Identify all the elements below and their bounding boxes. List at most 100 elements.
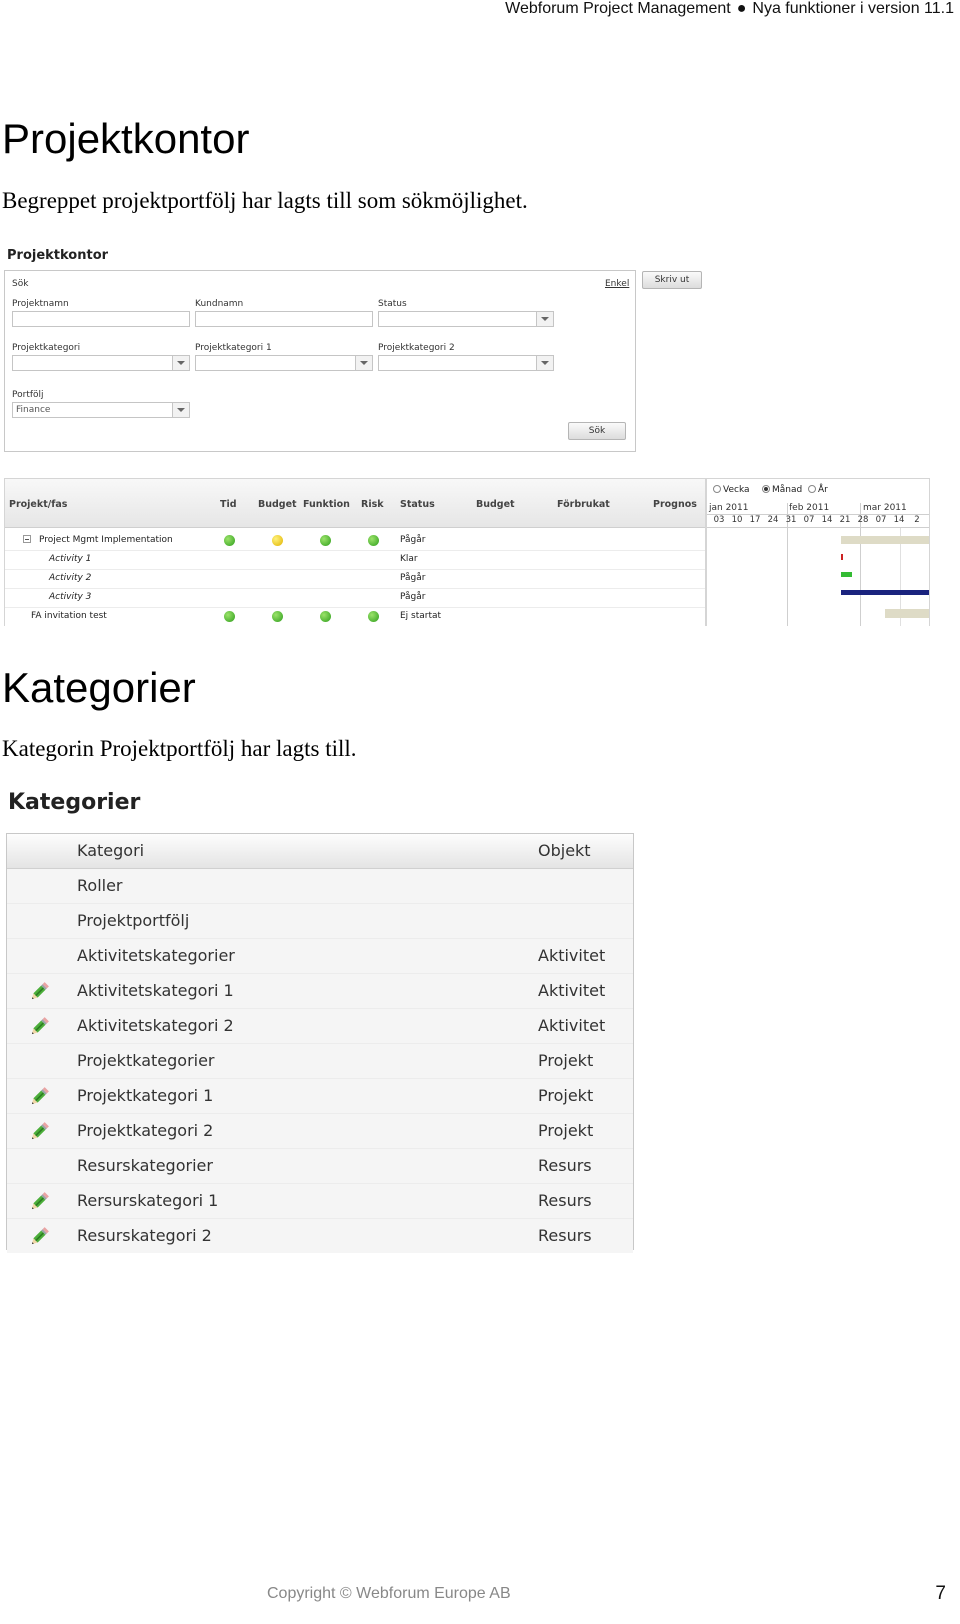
day-label: 10 [731,515,743,525]
status-select[interactable] [378,311,554,327]
row-name: Activity 1 [49,554,92,564]
grid-header: Projekt/fas Tid Budget Funktion Risk Sta… [5,479,705,528]
objekt-cell: Projekt [538,1121,594,1140]
table-row: Roller [7,869,633,904]
status-dot-icon [224,611,235,622]
projektkategori2-label: Projektkategori 2 [378,343,455,353]
gantt-bar-activity2 [841,572,852,577]
status-dot-icon [272,535,283,546]
kategori-cell: Projektkategori 1 [77,1086,214,1105]
kategorier-table: Kategori Objekt Roller Projektportfölj Akt… [6,833,634,1253]
projektkategori2-select[interactable] [378,355,554,371]
section-heading-projektkontor: Projektkontor [2,115,250,162]
footer-copyright: Copyright © Webforum Europe AB [267,1585,511,1602]
status-dot-icon [272,611,283,622]
projektkontor-screenshot: Projektkontor Sök Enkel Projektnamn Kund… [0,240,930,626]
gantt-divider [707,527,929,528]
objekt-cell: Resurs [538,1226,592,1245]
table-row[interactable]: Projektkategori 1 Projekt [7,1079,633,1114]
table-row[interactable]: FA invitation test Ej startat [5,607,705,626]
portfolj-value: Finance [16,405,51,415]
gantt-bar-fa [885,609,929,618]
col-status: Status [400,499,435,510]
objekt-cell: Resurs [538,1191,592,1210]
search-button[interactable]: Sök [568,422,626,440]
row-status: Klar [400,554,418,564]
search-label: Sök [12,279,29,289]
objekt-cell: Projekt [538,1051,594,1070]
kundnamn-input[interactable] [195,311,373,327]
table-row[interactable]: Activity 1 Klar [5,550,705,570]
table-row[interactable]: Aktivitetskategori 1 Aktivitet [7,974,633,1009]
day-label: 21 [839,515,851,525]
gantt-bar-activity3 [841,590,929,595]
header-section: Nya funktioner i version 11.1 [752,0,954,17]
chevron-down-icon [536,312,553,326]
table-row[interactable]: Activity 2 Pågår [5,569,705,589]
gantt-bar-phase [841,536,929,544]
pencil-edit-icon[interactable] [27,1225,51,1249]
day-label: 07 [875,515,887,525]
table-row[interactable]: Project Mgmt Implementation Pågår [5,531,705,551]
row-status: Pågår [400,535,426,545]
kategori-cell: Projektkategorier [77,1051,215,1070]
view-radio-vecka[interactable]: Vecka [713,485,750,495]
pencil-edit-icon[interactable] [27,980,51,1004]
col-prognos: Prognos [653,499,697,510]
kategori-cell: Rersurskategori 1 [77,1191,219,1210]
print-button[interactable]: Skriv ut [642,271,702,289]
table-row[interactable]: Activity 3 Pågår [5,588,705,608]
row-status: Ej startat [400,611,442,621]
table-row[interactable]: Rersurskategori 1 Resurs [7,1184,633,1219]
month-label: jan 2011 [709,503,749,513]
table-header-row: Kategori Objekt [7,834,633,869]
row-status: Pågår [400,573,426,583]
table-row[interactable]: Resurskategori 2 Resurs [7,1219,633,1253]
day-label: 14 [821,515,833,525]
month-label: mar 2011 [863,503,907,513]
pencil-edit-icon[interactable] [27,1120,51,1144]
kategori-cell: Aktivitetskategori 2 [77,1016,234,1035]
view-radio-ar[interactable]: År [808,485,828,495]
table-row[interactable]: Projektkategori 2 Projekt [7,1114,633,1149]
view-radio-manad[interactable]: Månad [762,485,802,495]
day-label: 17 [749,515,761,525]
radio-icon [713,485,721,493]
kategori-cell: Resurskategori 2 [77,1226,212,1245]
projektnamn-input[interactable] [12,311,190,327]
projektkategori-select[interactable] [12,355,190,371]
day-label: 28 [857,515,869,525]
kategori-cell: Aktivitetskategori 1 [77,981,234,1000]
table-row[interactable]: Aktivitetskategori 2 Aktivitet [7,1009,633,1044]
col-budget: Budget [476,499,515,510]
kategori-cell: Projektportfölj [77,911,190,930]
pencil-edit-icon[interactable] [27,1015,51,1039]
col-objekt: Objekt [538,841,591,860]
radio-selected-icon [762,485,770,493]
pencil-edit-icon[interactable] [27,1085,51,1109]
day-label: 14 [893,515,905,525]
status-dot-icon [368,535,379,546]
projektkategori-label: Projektkategori [12,343,81,353]
projektkategori1-select[interactable] [195,355,373,371]
portfolj-select[interactable]: Finance [12,402,190,418]
col-funktion: Funktion [303,499,350,510]
objekt-cell: Resurs [538,1156,592,1175]
row-name: Activity 3 [49,592,92,602]
table-row: Aktivitetskategorier Aktivitet [7,939,633,974]
col-budget-indicator: Budget [258,499,297,510]
kategori-cell: Resurskategorier [77,1156,213,1175]
projektkontor-title: Projektkontor [7,248,109,263]
search-panel: Sök Enkel Projektnamn Kundnamn Status Pr… [4,270,636,452]
collapse-icon[interactable] [23,535,31,543]
section-text-projektkontor: Begreppet projektportfölj har lagts till… [2,188,528,213]
day-label: 07 [803,515,815,525]
status-dot-icon [320,611,331,622]
enkel-link[interactable]: Enkel [605,279,629,289]
pencil-edit-icon[interactable] [27,1190,51,1214]
page-header: Webforum Project Management ● Nya funktion… [505,0,954,18]
section-heading-kategorier: Kategorier [2,664,196,711]
portfolj-label: Portfölj [12,390,44,400]
chevron-down-icon [172,403,189,417]
month-label: feb 2011 [789,503,830,513]
